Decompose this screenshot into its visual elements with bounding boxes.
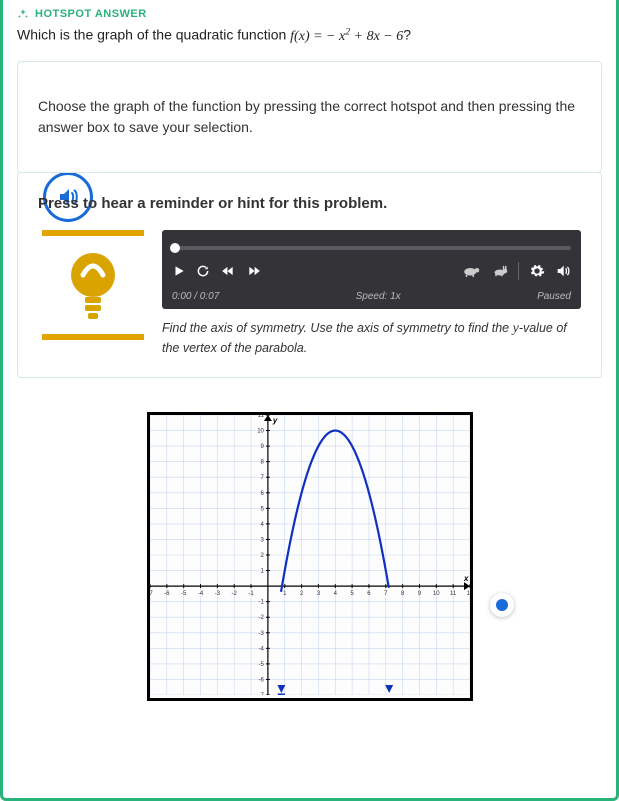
svg-text:5: 5 [350, 591, 354, 597]
hotspot-selector[interactable] [490, 593, 514, 617]
rewind-button[interactable] [220, 264, 236, 278]
svg-text:-4: -4 [258, 646, 264, 652]
question-formula: f(x) = − x2 + 8x − 6 [290, 29, 403, 44]
svg-text:-7: -7 [150, 591, 153, 597]
svg-text:3: 3 [316, 591, 320, 597]
svg-text:-4: -4 [197, 591, 203, 597]
svg-text:11: 11 [257, 415, 264, 419]
svg-text:2: 2 [299, 591, 303, 597]
reload-icon [196, 264, 210, 278]
forward-icon [246, 264, 262, 278]
settings-button[interactable] [529, 263, 545, 279]
forward-button[interactable] [246, 264, 262, 278]
control-divider [518, 262, 519, 280]
svg-text:-3: -3 [214, 591, 220, 597]
hint-title: Press to hear a reminder or hint for thi… [38, 195, 581, 212]
svg-text:-1: -1 [258, 600, 264, 606]
instruction-card: Choose the graph of the function by pres… [17, 61, 602, 173]
player-state: Paused [537, 291, 571, 302]
svg-text:-1: -1 [248, 591, 254, 597]
svg-text:1: 1 [260, 569, 264, 575]
hint-body: Find the axis of symmetry. Use the axis … [162, 319, 581, 357]
turtle-icon [462, 264, 480, 278]
svg-text:-3: -3 [258, 631, 264, 637]
fast-button[interactable] [490, 264, 508, 278]
progress-bar[interactable] [172, 246, 571, 250]
svg-text:-5: -5 [181, 591, 187, 597]
graph-plot: xy-7-6-5-4-3-2-1123456789101112-7-6-5-4-… [150, 415, 470, 695]
svg-text:-6: -6 [164, 591, 170, 597]
hint-thumbnail [38, 230, 148, 340]
gear-icon [529, 263, 545, 279]
question-type-header: HOTSPOT ANSWER [17, 8, 602, 20]
hint-body-prefix: Find the axis of symmetry. Use the axis … [162, 321, 513, 335]
player-time: 0:00 / 0:07 [172, 291, 219, 302]
svg-text:-6: -6 [258, 678, 264, 684]
svg-text:9: 9 [260, 444, 264, 450]
svg-text:-7: -7 [258, 693, 264, 695]
player-speed: Speed: 1x [219, 291, 537, 302]
volume-icon [555, 263, 571, 279]
slow-button[interactable] [462, 264, 480, 278]
graph-container: xy-7-6-5-4-3-2-1123456789101112-7-6-5-4-… [17, 412, 602, 701]
question-suffix: ? [403, 27, 411, 43]
question-type-label: HOTSPOT ANSWER [35, 8, 147, 20]
reload-button[interactable] [196, 264, 210, 278]
question-stem: Which is the graph of the quadratic func… [17, 26, 602, 45]
play-button[interactable] [172, 264, 186, 278]
hint-card: Press to hear a reminder or hint for thi… [17, 172, 602, 378]
lightbulb-icon [58, 245, 128, 325]
instruction-text: Choose the graph of the function by pres… [38, 96, 581, 138]
svg-text:-2: -2 [231, 591, 237, 597]
svg-text:-5: -5 [258, 662, 264, 668]
sparkle-icon [17, 8, 29, 20]
svg-text:1: 1 [283, 591, 287, 597]
svg-text:10: 10 [257, 429, 264, 435]
svg-text:5: 5 [260, 506, 264, 512]
play-icon [172, 264, 186, 278]
svg-text:6: 6 [367, 591, 371, 597]
rabbit-icon [490, 264, 508, 278]
audio-player: 0:00 / 0:07 Speed: 1x Paused [162, 230, 581, 309]
svg-text:3: 3 [260, 538, 264, 544]
graph-option-1[interactable]: xy-7-6-5-4-3-2-1123456789101112-7-6-5-4-… [147, 412, 473, 701]
rewind-icon [220, 264, 236, 278]
svg-text:4: 4 [260, 522, 264, 528]
svg-text:8: 8 [400, 591, 404, 597]
svg-text:4: 4 [333, 591, 337, 597]
svg-text:9: 9 [417, 591, 421, 597]
svg-text:8: 8 [260, 460, 264, 466]
svg-text:-2: -2 [258, 615, 264, 621]
svg-text:12: 12 [466, 591, 469, 597]
svg-text:7: 7 [384, 591, 388, 597]
svg-text:7: 7 [260, 475, 264, 481]
svg-text:11: 11 [450, 591, 457, 597]
svg-text:y: y [271, 416, 277, 425]
progress-knob[interactable] [170, 243, 180, 253]
volume-button[interactable] [555, 263, 571, 279]
svg-text:10: 10 [432, 591, 439, 597]
svg-text:2: 2 [260, 553, 264, 559]
question-prefix: Which is the graph of the quadratic func… [17, 27, 290, 43]
svg-text:x: x [463, 574, 469, 583]
svg-text:6: 6 [260, 491, 264, 497]
